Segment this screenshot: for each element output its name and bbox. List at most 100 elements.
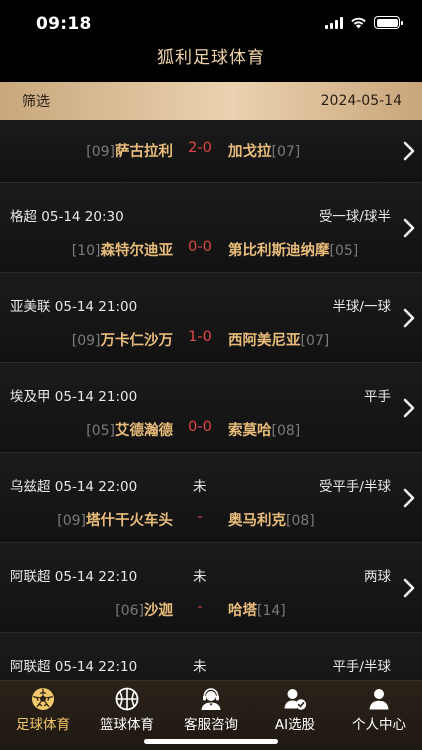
chevron-right-icon[interactable] [402, 487, 416, 509]
match-teams: [05]艾德瀚德 0-0 索莫哈[08] [0, 419, 422, 439]
status-bar: 09:18 [0, 0, 422, 44]
match-teams: [09]万卡仁沙万 1-0 西阿美尼亚[07] [0, 329, 422, 349]
away-rank: [14] [257, 603, 286, 619]
home-team-name: 艾德瀚德 [115, 423, 173, 439]
home-rank: [09] [71, 333, 101, 349]
away-rank: [07] [300, 333, 330, 349]
tab-ai-picks[interactable]: AI选股 [253, 681, 337, 735]
home-team-name: 萨古拉利 [115, 144, 173, 160]
cellular-signal-icon [325, 16, 343, 29]
match-row[interactable]: 阿联超 05-14 22:10 未 两球 [06]沙迦 - 哈塔[14] [0, 543, 422, 633]
match-state: 未 [193, 569, 207, 585]
chevron-right-icon[interactable] [402, 217, 416, 239]
home-indicator [144, 739, 278, 744]
home-team: [10]森特尔迪亚 [72, 239, 173, 260]
tab-label: 个人中心 [352, 717, 406, 733]
match-list[interactable]: [09]萨古拉利 2-0 加戈拉[07] 格超 05-14 20:30 受一球/… [0, 120, 422, 680]
away-rank: [05] [329, 243, 359, 259]
match-score: 0-0 [188, 419, 212, 435]
filter-button[interactable]: 筛选 [22, 91, 50, 111]
match-row[interactable]: 乌兹超 05-14 22:00 未 受平手/半球 [09]塔什干火车头 - 奥马… [0, 453, 422, 543]
soccer-ball-icon [32, 688, 54, 710]
home-team-name: 塔什干火车头 [86, 513, 173, 529]
match-row[interactable]: 亚美联 05-14 21:00 半球/一球 [09]万卡仁沙万 1-0 西阿美尼… [0, 273, 422, 363]
match-handicap: 两球 [364, 569, 391, 585]
match-league-time: 埃及甲 05-14 21:00 [10, 389, 138, 405]
match-row[interactable]: [09]萨古拉利 2-0 加戈拉[07] [0, 120, 422, 183]
match-league-time: 格超 05-14 20:30 [10, 209, 124, 225]
away-team-name: 索莫哈 [228, 423, 272, 439]
match-state: 未 [193, 659, 207, 675]
home-team: [09]万卡仁沙万 [72, 329, 173, 350]
away-team: 西阿美尼亚[07] [228, 329, 329, 350]
status-time: 09:18 [36, 14, 92, 34]
home-team: [09]塔什干火车头 [57, 509, 173, 530]
away-rank: [07] [271, 144, 301, 160]
match-score: 0-0 [188, 239, 212, 255]
home-team-name: 森特尔迪亚 [100, 243, 174, 259]
away-team-name: 加戈拉 [228, 144, 272, 160]
chevron-right-icon[interactable] [402, 397, 416, 419]
match-score: 1-0 [188, 329, 212, 345]
match-teams: [09]塔什干火车头 - 奥马利克[08] [0, 509, 422, 529]
match-handicap: 受一球/球半 [318, 209, 391, 225]
match-teams: [10]森特尔迪亚 0-0 第比利斯迪纳摩[05] [0, 239, 422, 259]
status-icons [325, 16, 403, 29]
match-row[interactable]: 埃及甲 05-14 21:00 平手 [05]艾德瀚德 0-0 索莫哈[08] [0, 363, 422, 453]
battery-icon [374, 16, 403, 29]
home-team: [06]沙迦 [115, 599, 173, 620]
away-rank: [08] [286, 513, 315, 529]
match-league-time: 阿联超 05-14 22:10 [10, 659, 138, 675]
chevron-right-icon[interactable] [402, 307, 416, 329]
tab-label: 篮球体育 [100, 717, 154, 733]
match-teams: [09]萨古拉利 2-0 加戈拉[07] [0, 140, 422, 160]
match-handicap: 受平手/半球 [318, 479, 391, 495]
match-teams: [06]沙迦 - 哈塔[14] [0, 599, 422, 619]
match-handicap: 平手 [364, 389, 391, 405]
tab-label: AI选股 [274, 717, 316, 733]
home-rank: [09] [86, 144, 115, 160]
home-team-name: 万卡仁沙万 [100, 333, 174, 349]
tab-basketball[interactable]: 篮球体育 [85, 681, 169, 735]
match-league-time: 亚美联 05-14 21:00 [10, 299, 138, 315]
match-score: - [197, 509, 203, 525]
away-team-name: 西阿美尼亚 [228, 333, 301, 349]
home-rank: [10] [71, 243, 101, 259]
basketball-icon [115, 687, 139, 711]
home-team-name: 沙迦 [144, 603, 173, 619]
customer-service-icon [201, 688, 221, 710]
page-title: 狐利足球体育 [157, 48, 265, 68]
wifi-icon [351, 17, 366, 29]
tab-soccer[interactable]: 足球体育 [1, 681, 85, 735]
tab-customer-service[interactable]: 客服咨询 [169, 681, 253, 735]
match-score: - [197, 599, 203, 615]
away-team-name: 奥马利克 [228, 513, 286, 529]
home-rank: [09] [57, 513, 86, 529]
match-league-time: 阿联超 05-14 22:10 [10, 569, 138, 585]
filter-bar[interactable]: 筛选 2024-05-14 [0, 82, 422, 120]
away-rank: [08] [271, 423, 301, 439]
away-team: 索莫哈[08] [228, 419, 300, 440]
away-team: 第比利斯迪纳摩[05] [228, 239, 358, 260]
date-selector[interactable]: 2024-05-14 [321, 93, 402, 109]
away-team-name: 哈塔 [228, 603, 257, 619]
match-row[interactable]: 阿联超 05-14 22:10 未 平手/半球 [0, 633, 422, 680]
match-handicap: 平手/半球 [332, 659, 391, 675]
home-rank: [06] [115, 603, 144, 619]
ai-user-check-icon [284, 689, 307, 710]
chevron-right-icon[interactable] [402, 140, 416, 162]
match-league-time: 乌兹超 05-14 22:00 [10, 479, 138, 495]
person-icon [369, 689, 389, 710]
home-team: [09]萨古拉利 [86, 140, 173, 161]
match-state: 未 [193, 479, 207, 495]
match-row[interactable]: 格超 05-14 20:30 受一球/球半 [10]森特尔迪亚 0-0 第比利斯… [0, 183, 422, 273]
home-team: [05]艾德瀚德 [86, 419, 173, 440]
home-rank: [05] [86, 423, 115, 439]
tab-label: 客服咨询 [184, 717, 238, 733]
match-score: 2-0 [188, 140, 212, 156]
chevron-right-icon[interactable] [402, 577, 416, 599]
away-team: 奥马利克[08] [228, 509, 315, 530]
tab-label: 足球体育 [16, 717, 70, 733]
tab-profile[interactable]: 个人中心 [337, 681, 421, 735]
away-team-name: 第比利斯迪纳摩 [228, 243, 330, 259]
